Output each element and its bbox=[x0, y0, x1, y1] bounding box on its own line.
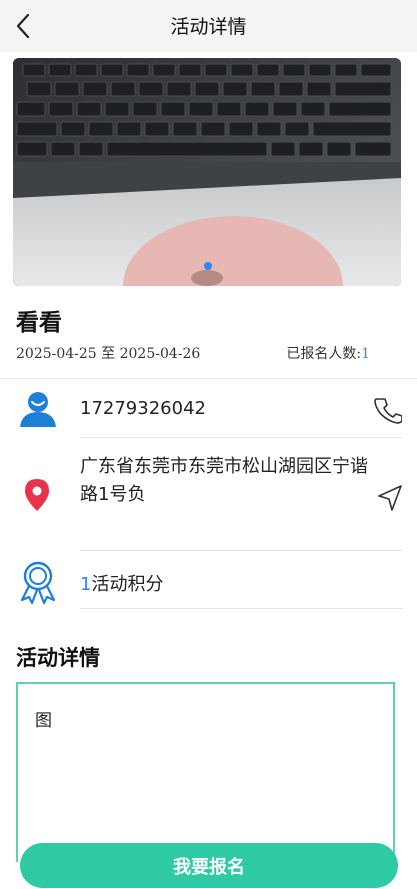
details-content-box: 图 bbox=[16, 682, 395, 862]
divider bbox=[80, 437, 403, 438]
points-value: 1 bbox=[80, 574, 92, 595]
details-content: 图 bbox=[35, 711, 52, 731]
award-ribbon-icon bbox=[20, 561, 56, 604]
details-title: 活动详情 bbox=[16, 646, 100, 670]
keyboard-photo bbox=[13, 58, 401, 286]
signed-up-count: 已报名人数:1 bbox=[286, 343, 370, 363]
page-title: 活动详情 bbox=[170, 16, 247, 38]
carousel-dot[interactable] bbox=[204, 262, 212, 270]
activity-date-range: 2025-04-25 至 2025-04-26 bbox=[16, 346, 201, 362]
contact-phone: 17279326042 bbox=[80, 398, 206, 419]
activity-title: 看看 bbox=[16, 310, 62, 336]
divider bbox=[80, 608, 403, 609]
navigate-icon[interactable] bbox=[377, 484, 403, 512]
points-label: 活动积分 bbox=[91, 574, 164, 595]
activity-points: 1活动积分 bbox=[80, 570, 163, 596]
signup-button[interactable]: 我要报名 bbox=[20, 843, 398, 888]
divider bbox=[80, 550, 403, 551]
divider bbox=[0, 378, 417, 379]
user-icon bbox=[20, 392, 56, 427]
location-address: 广东省东莞市东莞市松山湖园区宁谐路1号负 bbox=[80, 456, 368, 505]
phone-icon[interactable] bbox=[374, 396, 402, 424]
activity-banner-image[interactable] bbox=[13, 58, 401, 286]
location-pin-icon bbox=[25, 479, 49, 511]
signed-up-label: 已报名人数: bbox=[286, 346, 362, 362]
nav-bar: 活动详情 bbox=[0, 0, 417, 52]
signed-up-number: 1 bbox=[361, 346, 370, 362]
